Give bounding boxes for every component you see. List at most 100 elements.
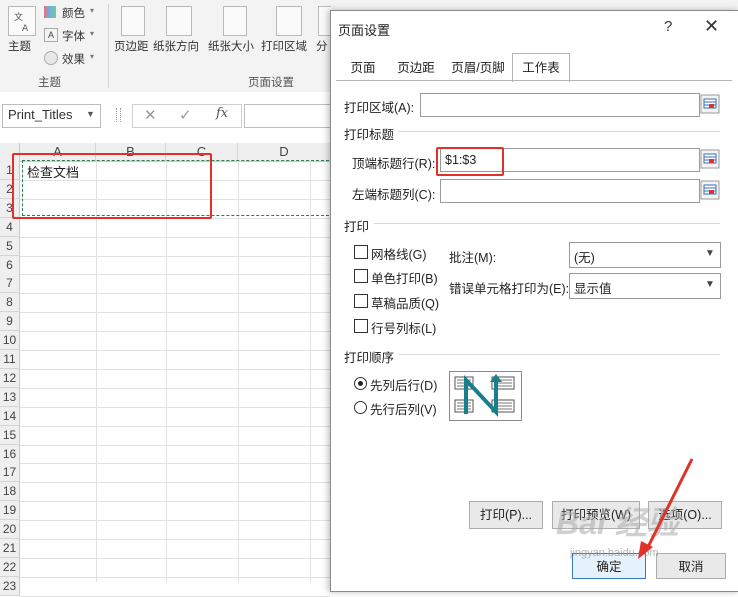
- grid-row-line: [20, 312, 330, 314]
- print-area-label[interactable]: 打印区域: [261, 38, 307, 54]
- row-header-14[interactable]: 14: [0, 406, 20, 426]
- black-and-white-label[interactable]: 单色打印(B): [371, 268, 438, 287]
- grid-row-line: [20, 482, 330, 484]
- row-header-18[interactable]: 18: [0, 482, 20, 502]
- grid-row-line: [20, 406, 330, 408]
- down-then-over-label[interactable]: 先列后行(D): [370, 375, 437, 394]
- collapse-dialog-icon[interactable]: [700, 180, 720, 200]
- theme-colors-icon[interactable]: [44, 6, 56, 18]
- radio-selected-dot: [358, 381, 363, 386]
- grid-row-line: [20, 501, 330, 503]
- row-header-7[interactable]: 7: [0, 274, 20, 294]
- dropdown-arrow-icon: ▾: [90, 29, 95, 38]
- row-header-12[interactable]: 12: [0, 368, 20, 388]
- orientation-icon[interactable]: [166, 6, 192, 36]
- row-header-6[interactable]: 6: [0, 255, 20, 275]
- print-button[interactable]: 打印(P)...: [469, 501, 543, 529]
- black-and-white-checkbox[interactable]: [354, 269, 368, 283]
- rows-to-repeat-label: 顶端标题行(R):: [352, 157, 436, 171]
- theme-fonts-label[interactable]: 字体: [62, 28, 85, 44]
- size-label[interactable]: 纸张大小: [208, 38, 254, 54]
- enter-icon[interactable]: ✓: [179, 106, 192, 124]
- margins-label[interactable]: 页边距: [114, 38, 149, 54]
- tab-header-footer[interactable]: 页眉/页脚: [444, 56, 512, 80]
- over-then-down-label[interactable]: 先行后列(V): [370, 399, 437, 418]
- margins-icon[interactable]: [121, 6, 145, 36]
- theme-fonts-icon[interactable]: A: [44, 28, 58, 42]
- row-col-headings-label[interactable]: 行号列标(L): [371, 318, 436, 337]
- row-col-headings-checkbox[interactable]: [354, 319, 368, 333]
- breaks-label[interactable]: 分: [316, 38, 328, 54]
- row-header-11[interactable]: 11: [0, 350, 20, 369]
- down-then-over-radio[interactable]: [354, 377, 367, 390]
- comments-label: 批注(M):: [449, 251, 497, 265]
- grid-row-line: [20, 350, 330, 351]
- theme-effects-label[interactable]: 效果: [62, 51, 85, 67]
- row-header-20[interactable]: 20: [0, 520, 20, 540]
- grid-row-line: [20, 368, 330, 370]
- grid-row-line: [20, 425, 330, 427]
- name-box-dropdown-icon[interactable]: ▼: [86, 109, 95, 119]
- print-area-input[interactable]: [420, 93, 700, 117]
- dropdown-arrow-icon: ▾: [90, 52, 95, 61]
- help-icon[interactable]: ?: [664, 18, 672, 35]
- page-order-preview-icon: [449, 371, 522, 421]
- gridlines-checkbox[interactable]: [354, 245, 368, 259]
- row-header-17[interactable]: 17: [0, 463, 20, 483]
- row-header-19[interactable]: 19: [0, 501, 20, 521]
- collapse-dialog-icon[interactable]: [700, 94, 720, 114]
- section-divider: [374, 223, 720, 224]
- draft-quality-label[interactable]: 草稿品质(Q): [371, 293, 439, 312]
- row-header-22[interactable]: 22: [0, 557, 20, 577]
- row-header-21[interactable]: 21: [0, 539, 20, 558]
- cols-to-repeat-label: 左端标题列(C):: [352, 188, 436, 202]
- row-header-23[interactable]: 23: [0, 576, 20, 596]
- size-icon[interactable]: [223, 6, 247, 36]
- grid-row-line: [20, 255, 330, 257]
- chevron-down-icon[interactable]: ▼: [705, 279, 715, 290]
- tab-sheet[interactable]: 工作表: [512, 53, 570, 82]
- grid-row-line: [20, 557, 330, 559]
- tab-margins[interactable]: 页边距: [388, 56, 444, 80]
- chevron-down-icon[interactable]: ▼: [705, 248, 715, 259]
- row-header-8[interactable]: 8: [0, 293, 20, 313]
- print-area-icon[interactable]: [276, 6, 302, 36]
- gridlines-label[interactable]: 网格线(G): [371, 244, 427, 263]
- theme-effects-icon[interactable]: [44, 51, 58, 65]
- cell-errors-value: 显示值: [574, 282, 612, 296]
- row-header-13[interactable]: 13: [0, 387, 20, 407]
- fx-icon[interactable]: fx: [216, 106, 228, 121]
- print-area-label: 打印区域(A):: [344, 101, 415, 115]
- cell-errors-label: 错误单元格打印为(E):: [449, 282, 570, 296]
- group-theme-label: 主题: [38, 77, 61, 89]
- ribbon-separator: [108, 4, 109, 88]
- cols-to-repeat-input[interactable]: [440, 179, 700, 203]
- tab-page[interactable]: 页面: [340, 56, 386, 80]
- theme-icon[interactable]: 文A: [8, 6, 36, 36]
- print-section-label: 打印: [344, 220, 370, 234]
- comments-value: (无): [574, 251, 595, 265]
- formula-input[interactable]: [244, 104, 336, 128]
- row-header-9[interactable]: 9: [0, 312, 20, 332]
- row-header-15[interactable]: 15: [0, 425, 20, 445]
- row-header-4[interactable]: 4: [0, 217, 20, 237]
- row-header-16[interactable]: 16: [0, 444, 20, 464]
- theme-label[interactable]: 主题: [8, 38, 31, 54]
- dropdown-arrow-icon: ▾: [90, 6, 95, 15]
- grid-row-line: [20, 293, 330, 295]
- grid-column-line: [96, 161, 97, 582]
- grid-column-line: [166, 161, 167, 582]
- row-header-10[interactable]: 10: [0, 331, 20, 351]
- cancel-icon[interactable]: ✕: [144, 106, 157, 124]
- section-divider: [398, 131, 720, 132]
- svg-text:A: A: [22, 24, 29, 34]
- grid-row-line: [20, 539, 330, 540]
- close-icon[interactable]: ✕: [704, 16, 719, 37]
- grid-row-line: [20, 463, 330, 465]
- collapse-dialog-icon[interactable]: [700, 149, 720, 169]
- draft-quality-checkbox[interactable]: [354, 294, 368, 308]
- orientation-label[interactable]: 纸张方向: [153, 38, 199, 54]
- theme-colors-label[interactable]: 颜色: [62, 5, 85, 21]
- row-header-5[interactable]: 5: [0, 236, 20, 256]
- over-then-down-radio[interactable]: [354, 401, 367, 414]
